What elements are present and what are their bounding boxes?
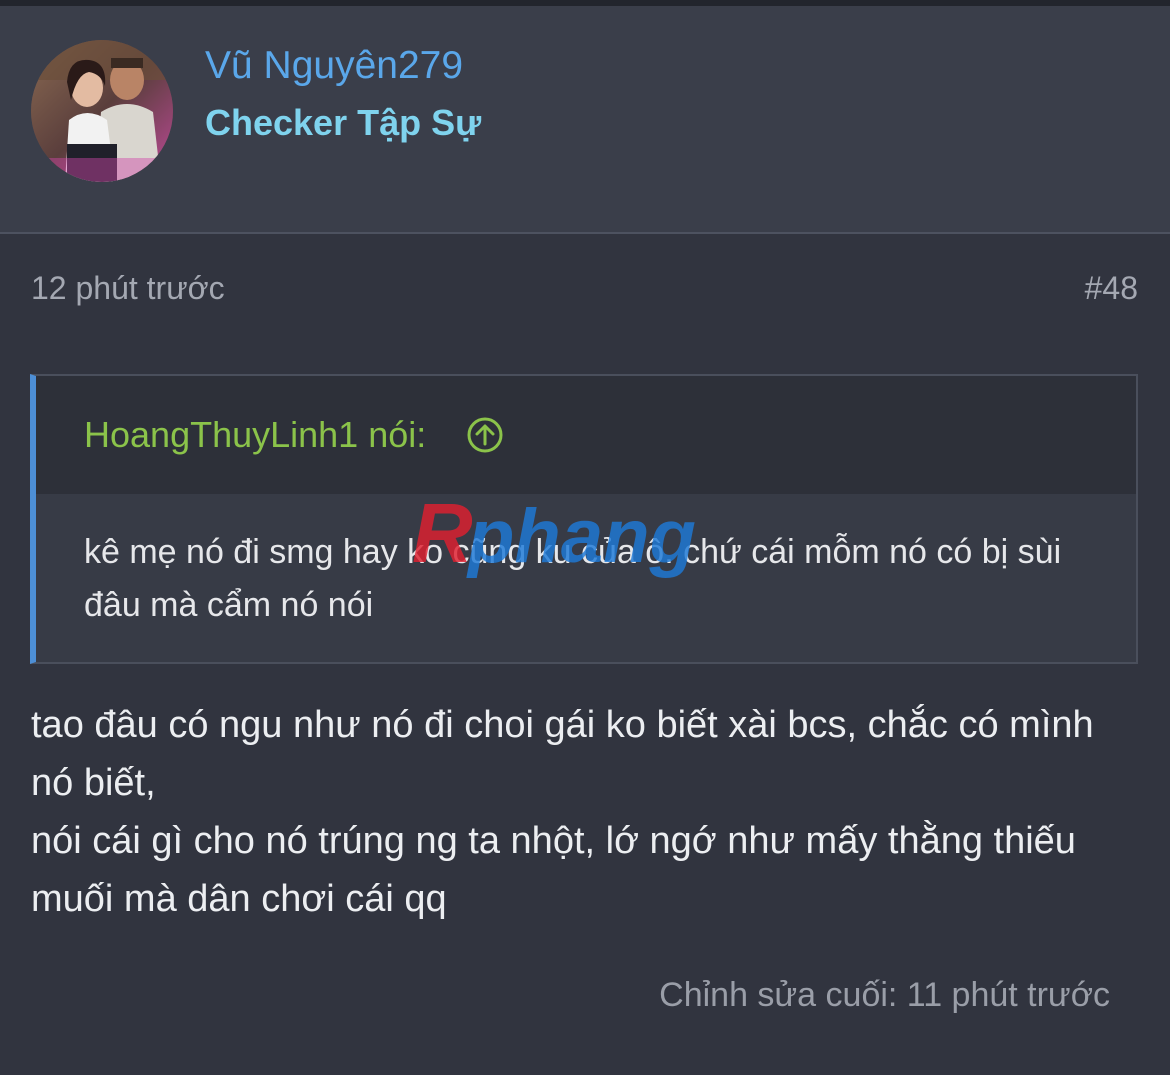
quote-block: HoangThuyLinh1 nói: kê mẹ nó đi smg hay … [30,374,1138,664]
arrow-up-circle-icon[interactable] [466,416,504,454]
quote-text: kê mẹ nó đi smg hay ko cũng ku của ô. ch… [84,533,1062,624]
post-timestamp[interactable]: 12 phút trước [31,270,225,307]
post-number-link[interactable]: #48 [1085,270,1138,307]
user-title: Checker Tập Sự [205,102,482,143]
forum-post-page: Vũ Nguyên279 Checker Tập Sự 12 phút trướ… [0,0,1170,1075]
post-message: tao đâu có ngu như nó đi choi gái ko biế… [31,696,1141,928]
username-link[interactable]: Vũ Nguyên279 [205,44,463,88]
avatar-photo [31,40,173,182]
quote-header: HoangThuyLinh1 nói: [36,376,1136,494]
post-message-line: nói cái gì cho nó trúng ng ta nhột, lớ n… [31,820,1076,920]
avatar[interactable] [31,40,173,182]
last-edited-note: Chỉnh sửa cuối: 11 phút trước [659,976,1110,1014]
user-header: Vũ Nguyên279 Checker Tập Sự [0,6,1170,234]
quote-author-link[interactable]: HoangThuyLinh1 nói: [84,414,426,456]
post-message-line: tao đâu có ngu như nó đi choi gái ko biế… [31,704,1094,804]
